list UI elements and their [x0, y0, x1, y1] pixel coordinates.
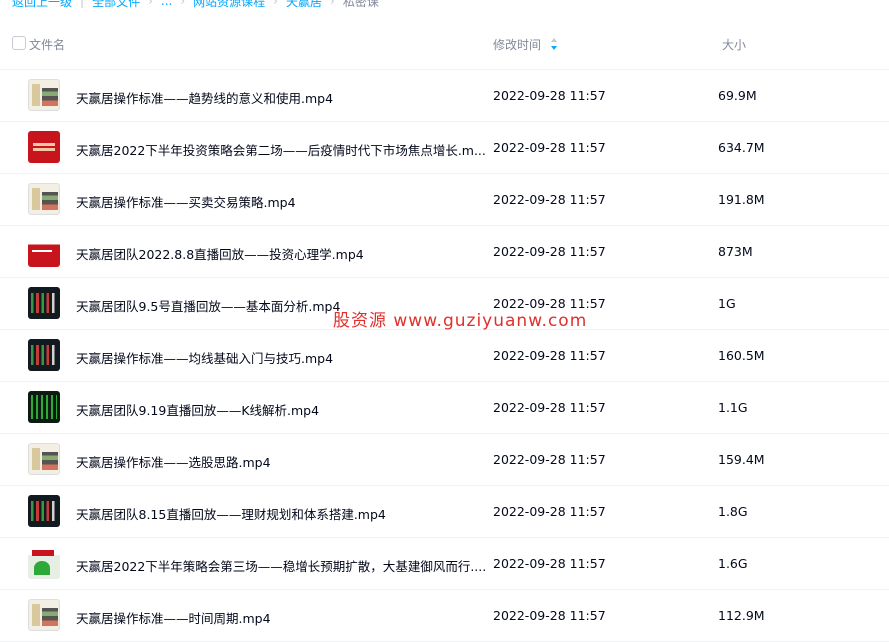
file-name[interactable]: 天赢居团队9.5号直播回放——基本面分析.mp4 — [76, 296, 340, 315]
chevron-right-icon: › — [180, 0, 186, 8]
watermark: 股资源 www.guziyuanw.com — [333, 311, 588, 331]
file-modified-time: 2022-09-28 11:57 — [493, 88, 606, 103]
breadcrumb-item-tianyingju[interactable]: 天赢居 — [286, 0, 322, 10]
file-modified-time: 2022-09-28 11:57 — [493, 400, 606, 415]
file-size: 69.9M — [718, 88, 757, 103]
column-header-name[interactable]: 文件名 — [29, 36, 65, 53]
file-row[interactable]: 天赢居操作标准——趋势线的意义和使用.mp4 2022-09-28 11:57 69… — [0, 69, 889, 122]
file-modified-time: 2022-09-28 11:57 — [493, 556, 606, 571]
breadcrumb-current: 私密课 — [342, 0, 379, 9]
file-size: 1.1G — [718, 400, 748, 415]
breadcrumb: 返回上一级 | 全部文件 › ... › 网站资源课程 › 天赢居 › 私密课 — [12, 0, 379, 9]
sort-icon[interactable] — [550, 37, 558, 51]
video-thumbnail[interactable] — [28, 391, 60, 423]
breadcrumb-item-ellipsis[interactable]: ... — [161, 0, 172, 8]
file-name[interactable]: 天赢居操作标准——时间周期.mp4 — [76, 608, 271, 627]
file-size: 160.5M — [718, 348, 765, 363]
file-modified-time: 2022-09-28 11:57 — [493, 348, 606, 363]
video-thumbnail[interactable] — [28, 547, 60, 579]
file-modified-time: 2022-09-28 11:57 — [493, 608, 606, 623]
file-name[interactable]: 天赢居操作标准——均线基础入门与技巧.mp4 — [76, 348, 333, 367]
file-size: 1G — [718, 296, 736, 311]
video-thumbnail[interactable] — [28, 131, 60, 163]
file-modified-time: 2022-09-28 11:57 — [493, 504, 606, 519]
chevron-right-icon: › — [330, 0, 335, 8]
file-row[interactable]: 天赢居操作标准——均线基础入门与技巧.mp4 2022-09-28 11:57 16… — [0, 330, 889, 382]
file-name[interactable]: 天赢居团队8.15直播回放——理财规划和体系搭建.mp4 — [76, 504, 386, 523]
breadcrumb-item-all-files[interactable]: 全部文件 — [92, 0, 140, 10]
file-size: 1.8G — [718, 504, 748, 519]
file-row[interactable]: 天赢居操作标准——买卖交易策略.mp4 2022-09-28 11:57 191.8… — [0, 174, 889, 226]
file-row[interactable]: 天赢居团队8.15直播回放——理财规划和体系搭建.mp4 2022-09-28 1… — [0, 486, 889, 538]
breadcrumb-back-link[interactable]: 返回上一级 — [12, 0, 72, 10]
file-name[interactable]: 天赢居团队9.19直播回放——K线解析.mp4 — [76, 400, 319, 419]
file-size: 1.6G — [718, 556, 748, 571]
select-all-checkbox[interactable] — [12, 36, 26, 50]
file-list-header: 文件名 修改时间 大小 — [0, 27, 889, 61]
breadcrumb-separator: | — [80, 0, 85, 8]
file-row[interactable]: 天赢居操作标准——选股思路.mp4 2022-09-28 11:57 159.4M — [0, 434, 889, 486]
video-thumbnail[interactable] — [28, 79, 60, 111]
video-thumbnail[interactable] — [28, 599, 60, 631]
file-name[interactable]: 天赢居操作标准——选股思路.mp4 — [76, 452, 271, 471]
file-list: 天赢居操作标准——趋势线的意义和使用.mp4 2022-09-28 11:57 69… — [0, 69, 889, 642]
video-thumbnail[interactable] — [28, 495, 60, 527]
file-size: 159.4M — [718, 452, 765, 467]
video-thumbnail[interactable] — [28, 339, 60, 371]
file-modified-time: 2022-09-28 11:57 — [493, 192, 606, 207]
file-modified-time: 2022-09-28 11:57 — [493, 140, 606, 155]
file-row[interactable]: 天赢居团队9.19直播回放——K线解析.mp4 2022-09-28 11:57 1… — [0, 382, 889, 434]
file-name[interactable]: 天赢居操作标准——趋势线的意义和使用.mp4 — [76, 88, 333, 107]
file-size: 873M — [718, 244, 753, 259]
breadcrumb-item-courses[interactable]: 网站资源课程 — [193, 0, 265, 10]
file-size: 191.8M — [718, 192, 765, 207]
column-header-size[interactable]: 大小 — [722, 36, 746, 53]
column-header-modified[interactable]: 修改时间 — [493, 36, 541, 53]
file-row[interactable]: 天赢居操作标准——时间周期.mp4 2022-09-28 11:57 112.9M — [0, 590, 889, 642]
chevron-right-icon: › — [273, 0, 278, 8]
file-name[interactable]: 天赢居2022下半年投资策略会第二场——后疫情时代下市场焦点增长.m... — [76, 140, 486, 159]
file-row[interactable]: 天赢居2022下半年投资策略会第二场——后疫情时代下市场焦点增长.m... 202… — [0, 122, 889, 174]
chevron-right-icon: › — [148, 0, 153, 8]
file-modified-time: 2022-09-28 11:57 — [493, 452, 606, 467]
file-size: 112.9M — [718, 608, 765, 623]
file-row[interactable]: 天赢居2022下半年策略会第三场——稳增长预期扩散，大基建御风而行.... 202… — [0, 538, 889, 590]
video-thumbnail[interactable] — [28, 235, 60, 267]
file-modified-time: 2022-09-28 11:57 — [493, 244, 606, 259]
file-name[interactable]: 天赢居操作标准——买卖交易策略.mp4 — [76, 192, 296, 211]
file-row[interactable]: 天赢居团队2022.8.8直播回放——投资心理学.mp4 2022-09-28 1… — [0, 226, 889, 278]
file-name[interactable]: 天赢居2022下半年策略会第三场——稳增长预期扩散，大基建御风而行.... — [76, 556, 486, 575]
file-name[interactable]: 天赢居团队2022.8.8直播回放——投资心理学.mp4 — [76, 244, 364, 263]
video-thumbnail[interactable] — [28, 287, 60, 319]
video-thumbnail[interactable] — [28, 443, 60, 475]
file-size: 634.7M — [718, 140, 765, 155]
video-thumbnail[interactable] — [28, 183, 60, 215]
